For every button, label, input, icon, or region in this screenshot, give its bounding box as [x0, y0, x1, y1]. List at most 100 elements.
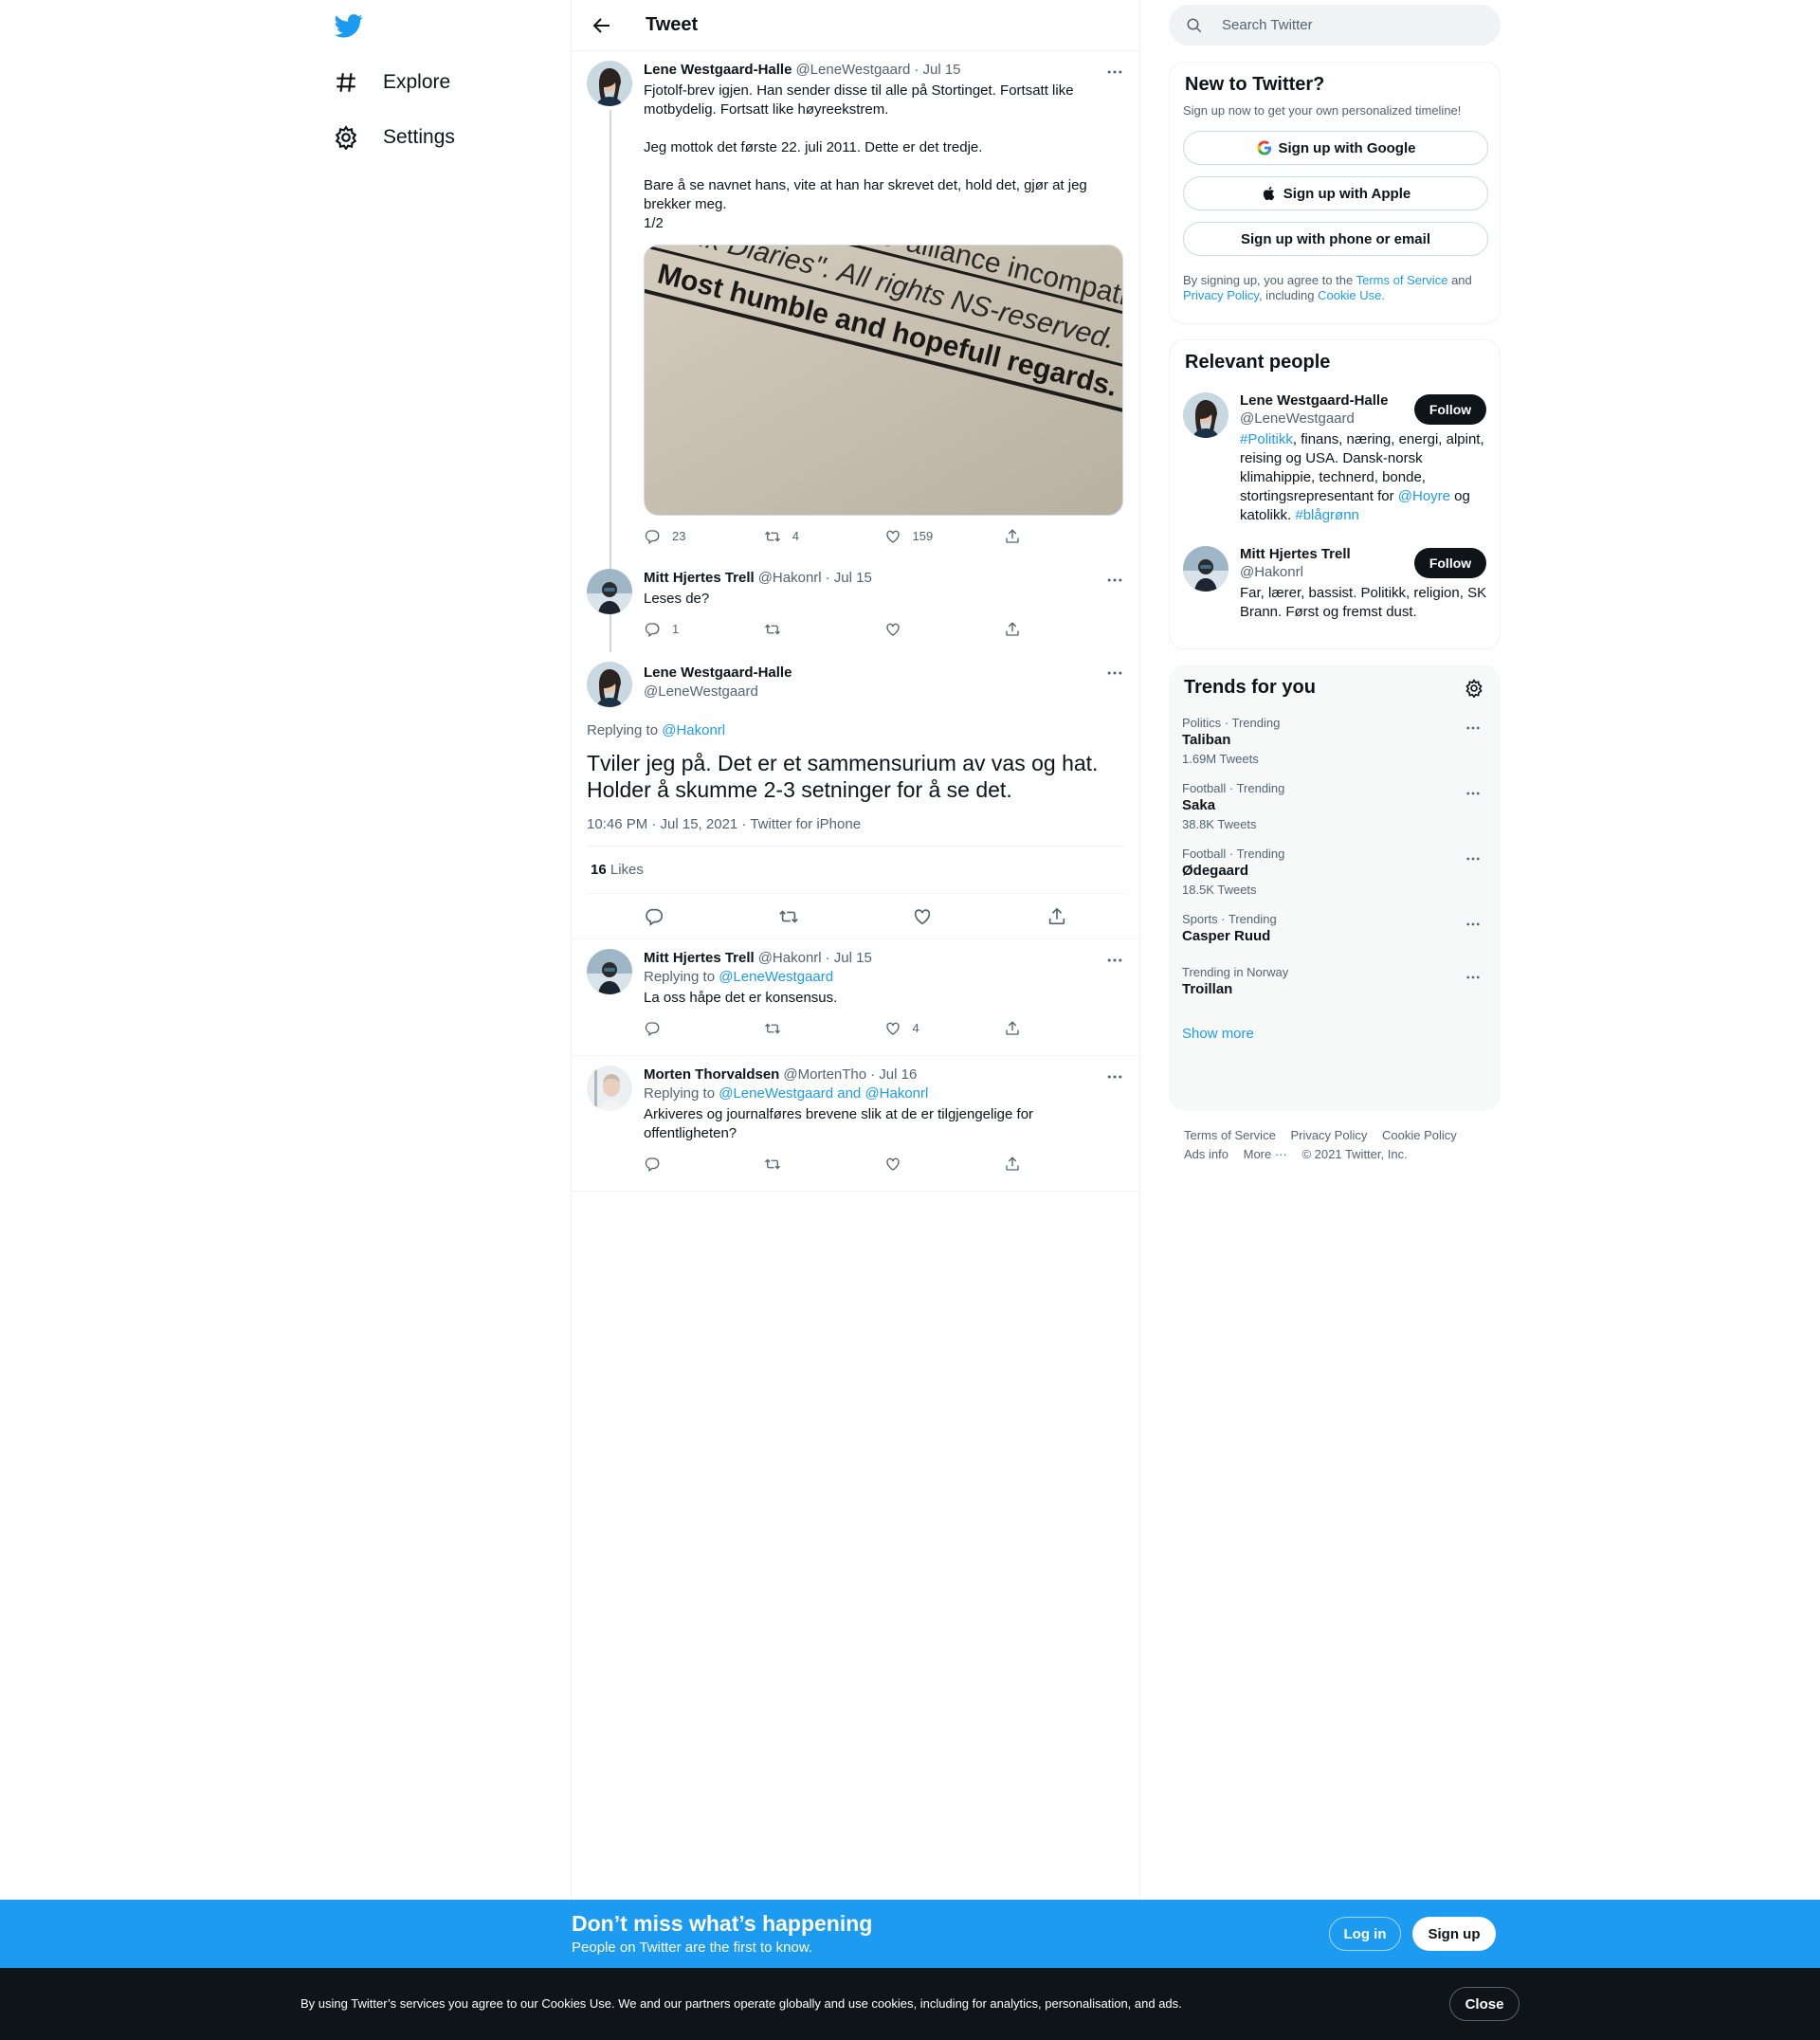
login-button[interactable]: Log in — [1329, 1917, 1401, 1951]
retweet-button[interactable]: 4 — [764, 527, 884, 546]
trend-item[interactable]: Sports · Trending Casper Ruud — [1182, 912, 1487, 944]
more-icon[interactable] — [1465, 850, 1482, 867]
replying-to-link[interactable]: @LeneWestgaard and @Hakonrl — [719, 1085, 928, 1102]
tweet-date[interactable]: · Jul 16 — [870, 1066, 917, 1084]
footer-tos[interactable]: Terms of Service — [1184, 1128, 1276, 1142]
promo-subtitle: People on Twitter are the first to know. — [572, 1940, 813, 1956]
author-handle[interactable]: @Hakonrl — [758, 569, 822, 588]
nav-explore[interactable]: Explore — [334, 64, 450, 101]
trend-item[interactable]: Politics · Trending Taliban 1.69M Tweets — [1182, 716, 1487, 766]
avatar[interactable] — [1183, 546, 1228, 592]
more-icon[interactable] — [1105, 951, 1124, 970]
more-icon[interactable] — [1105, 63, 1124, 82]
replying-to-link[interactable]: @Hakonrl — [662, 722, 725, 738]
nav-settings[interactable]: Settings — [334, 118, 455, 156]
footer-privacy[interactable]: Privacy Policy — [1290, 1128, 1367, 1142]
trend-item[interactable]: Trending in Norway Troillan — [1182, 965, 1487, 997]
thread-tweet[interactable]: Lene Westgaard-Halle @LeneWestgaard · Ju… — [572, 51, 1139, 641]
more-icon[interactable] — [1105, 571, 1124, 590]
retweet-button[interactable] — [764, 621, 884, 638]
trend-item[interactable]: Football · Trending Saka 38.8K Tweets — [1182, 781, 1487, 831]
reply-button[interactable]: 23 — [644, 527, 764, 546]
cookie-link[interactable]: Cookie Use. — [1318, 288, 1385, 302]
heart-icon[interactable] — [912, 906, 933, 927]
tweet-date[interactable]: · Jul 15 — [826, 949, 872, 968]
close-button[interactable]: Close — [1449, 1987, 1520, 2021]
follow-button[interactable]: Follow — [1414, 548, 1486, 578]
likes-summary[interactable]: 16 Likes — [587, 846, 1124, 894]
trend-name: Ødegaard — [1182, 863, 1249, 879]
twitter-bird-icon[interactable] — [334, 11, 364, 40]
footer-ads[interactable]: Ads info — [1184, 1147, 1228, 1161]
footer-more[interactable]: More ··· — [1244, 1147, 1287, 1161]
more-icon[interactable] — [1105, 664, 1124, 683]
retweet-icon[interactable] — [778, 906, 799, 927]
reply-button[interactable] — [644, 1156, 764, 1173]
signup-google-button[interactable]: Sign up with Google — [1183, 131, 1488, 165]
tweet-date[interactable]: · Jul 15 — [914, 61, 960, 80]
reply-tweet[interactable]: Mitt Hjertes Trell @Hakonrl · Jul 15 Rep… — [572, 939, 1139, 1056]
author-handle[interactable]: @LeneWestgaard — [795, 61, 910, 80]
relevant-people-card: Relevant people Lene Westgaard-Halle @Le… — [1169, 339, 1501, 649]
author-handle[interactable]: @Hakonrl — [758, 949, 822, 968]
author-name[interactable]: Lene Westgaard-Halle — [644, 61, 792, 80]
tweet-date[interactable]: · Jul 15 — [826, 569, 872, 588]
like-button[interactable]: 4 — [884, 1019, 1005, 1038]
author-name[interactable]: Mitt Hjertes Trell — [644, 949, 755, 968]
avatar[interactable] — [587, 61, 632, 106]
relevant-person[interactable]: Lene Westgaard-Halle @LeneWestgaard #Pol… — [1183, 392, 1486, 525]
like-button[interactable] — [884, 1156, 1005, 1173]
like-button[interactable]: 159 — [884, 527, 1005, 546]
avatar[interactable] — [587, 949, 632, 994]
avatar[interactable] — [587, 569, 632, 614]
share-button[interactable] — [1004, 1020, 1124, 1037]
more-icon[interactable] — [1465, 719, 1482, 737]
hashtag-link[interactable]: #blågrønn — [1295, 507, 1359, 523]
privacy-link[interactable]: Privacy Policy — [1183, 288, 1259, 302]
retweet-button[interactable] — [764, 1156, 884, 1173]
tweet-text: Leses de? — [644, 591, 710, 607]
show-more-link[interactable]: Show more — [1182, 1026, 1487, 1042]
tweet-timestamp[interactable]: 10:46 PM · Jul 15, 2021 · Twitter for iP… — [587, 816, 1124, 832]
avatar[interactable] — [587, 1066, 632, 1111]
more-icon[interactable] — [1465, 785, 1482, 802]
search-box[interactable]: Search Twitter — [1169, 5, 1501, 46]
author-handle[interactable]: @MortenTho — [783, 1066, 866, 1084]
signup-button[interactable]: Sign up — [1412, 1917, 1496, 1951]
reply-icon[interactable] — [644, 906, 664, 927]
author-name[interactable]: Mitt Hjertes Trell — [644, 569, 755, 588]
like-button[interactable] — [884, 621, 1005, 638]
share-button[interactable] — [1004, 1156, 1124, 1173]
reply-button[interactable] — [644, 1020, 764, 1037]
footer-cookie[interactable]: Cookie Policy — [1382, 1128, 1457, 1142]
signup-apple-button[interactable]: Sign up with Apple — [1183, 176, 1488, 210]
tweet-image[interactable]: NATO-alliance incompatib eivik Diaries".… — [644, 245, 1123, 516]
reply-tweet[interactable]: Morten Thorvaldsen @MortenTho · Jul 16 R… — [572, 1056, 1139, 1192]
mention-link[interactable]: @Hoyre — [1398, 488, 1450, 504]
relevant-person[interactable]: Mitt Hjertes Trell @Hakonrl Far, lærer, … — [1183, 546, 1486, 622]
gear-icon[interactable] — [1465, 679, 1483, 698]
search-input[interactable]: Search Twitter — [1222, 17, 1313, 33]
replying-to-label: Replying to — [644, 1085, 716, 1102]
hashtag-link[interactable]: #Politikk — [1240, 431, 1293, 447]
thread-tweet[interactable]: Mitt Hjertes Trell @Hakonrl · Jul 15 Les… — [572, 559, 1139, 652]
avatar[interactable] — [587, 662, 632, 707]
author-name[interactable]: Lene Westgaard-Halle — [644, 664, 792, 683]
replying-to-link[interactable]: @LeneWestgaard — [719, 969, 833, 985]
back-arrow-icon[interactable] — [591, 14, 613, 37]
reply-button[interactable]: 1 — [644, 620, 764, 639]
follow-button[interactable]: Follow — [1414, 394, 1486, 425]
more-icon[interactable] — [1465, 916, 1482, 933]
more-icon[interactable] — [1465, 969, 1482, 986]
author-name[interactable]: Morten Thorvaldsen — [644, 1066, 779, 1084]
avatar[interactable] — [1183, 392, 1228, 438]
share-button[interactable] — [1004, 528, 1124, 545]
author-handle[interactable]: @LeneWestgaard — [644, 683, 792, 701]
share-icon[interactable] — [1046, 906, 1067, 927]
share-button[interactable] — [1004, 621, 1124, 638]
retweet-button[interactable] — [764, 1020, 884, 1037]
signup-phone-button[interactable]: Sign up with phone or email — [1183, 222, 1488, 256]
trend-item[interactable]: Football · Trending Ødegaard 18.5K Tweet… — [1182, 847, 1487, 897]
tos-link[interactable]: Terms of Service — [1356, 273, 1448, 287]
more-icon[interactable] — [1105, 1067, 1124, 1086]
